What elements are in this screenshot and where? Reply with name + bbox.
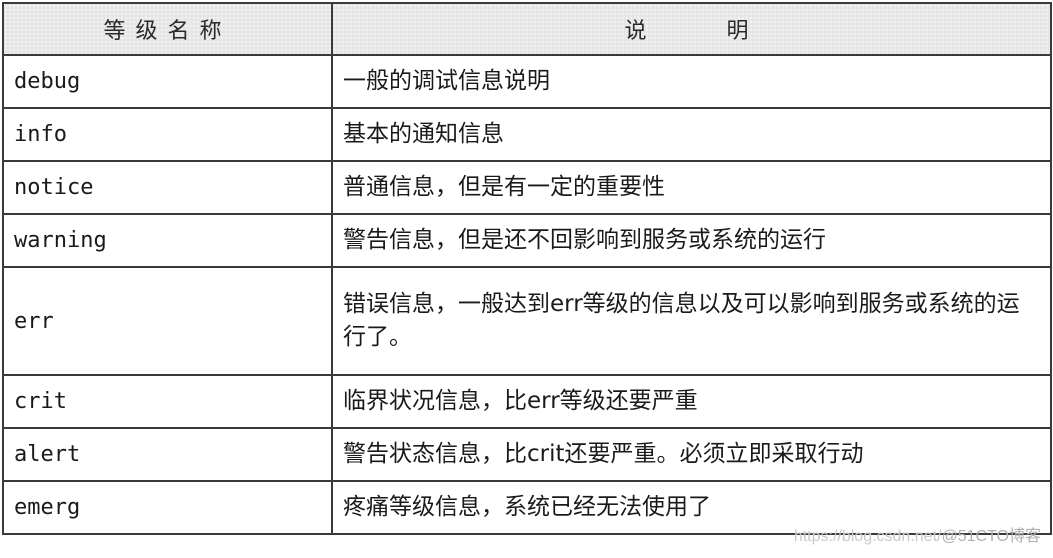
level-name: alert <box>2 427 333 482</box>
level-description: 警告信息，但是还不回影响到服务或系统的运行 <box>331 213 1052 268</box>
header-description-right: 明 <box>726 19 759 44</box>
level-description: 临界状况信息，比err等级还要严重 <box>331 374 1052 429</box>
table-row-alert: alert 警告状态信息，比crit还要严重。必须立即采取行动 <box>2 427 1052 482</box>
watermark: https://blog.csdn.net/@51CTO博客 <box>794 522 1041 546</box>
header-description: 说明 <box>331 2 1052 56</box>
table-row-info: info 基本的通知信息 <box>2 107 1052 162</box>
log-level-table: 等级名称 说明 debug 一般的调试信息说明 info 基本的通知信息 not… <box>2 2 1052 535</box>
table-row-debug: debug 一般的调试信息说明 <box>2 54 1052 109</box>
level-name: notice <box>2 160 333 215</box>
table-row-warning: warning 警告信息，但是还不回影响到服务或系统的运行 <box>2 213 1052 268</box>
level-description: 基本的通知信息 <box>331 107 1052 162</box>
watermark-brand: @51CTO博客 <box>941 528 1041 545</box>
table-header-row: 等级名称 说明 <box>2 2 1052 56</box>
level-name: crit <box>2 374 333 429</box>
level-description: 一般的调试信息说明 <box>331 54 1052 109</box>
table-row-err: err 错误信息，一般达到err等级的信息以及可以影响到服务或系统的运行了。 <box>2 266 1052 376</box>
level-description: 错误信息，一般达到err等级的信息以及可以影响到服务或系统的运行了。 <box>331 266 1052 376</box>
level-name: err <box>2 266 333 376</box>
level-description: 普通信息，但是有一定的重要性 <box>331 160 1052 215</box>
level-name: warning <box>2 213 333 268</box>
level-name: info <box>2 107 333 162</box>
level-name: emerg <box>2 480 333 535</box>
level-name: debug <box>2 54 333 109</box>
header-description-left: 说 <box>624 19 657 44</box>
watermark-url: https://blog.csdn.net/ <box>793 528 942 545</box>
table-row-notice: notice 普通信息，但是有一定的重要性 <box>2 160 1052 215</box>
table-row-crit: crit 临界状况信息，比err等级还要严重 <box>2 374 1052 429</box>
level-description: 警告状态信息，比crit还要严重。必须立即采取行动 <box>331 427 1052 482</box>
header-level-name: 等级名称 <box>2 2 333 56</box>
